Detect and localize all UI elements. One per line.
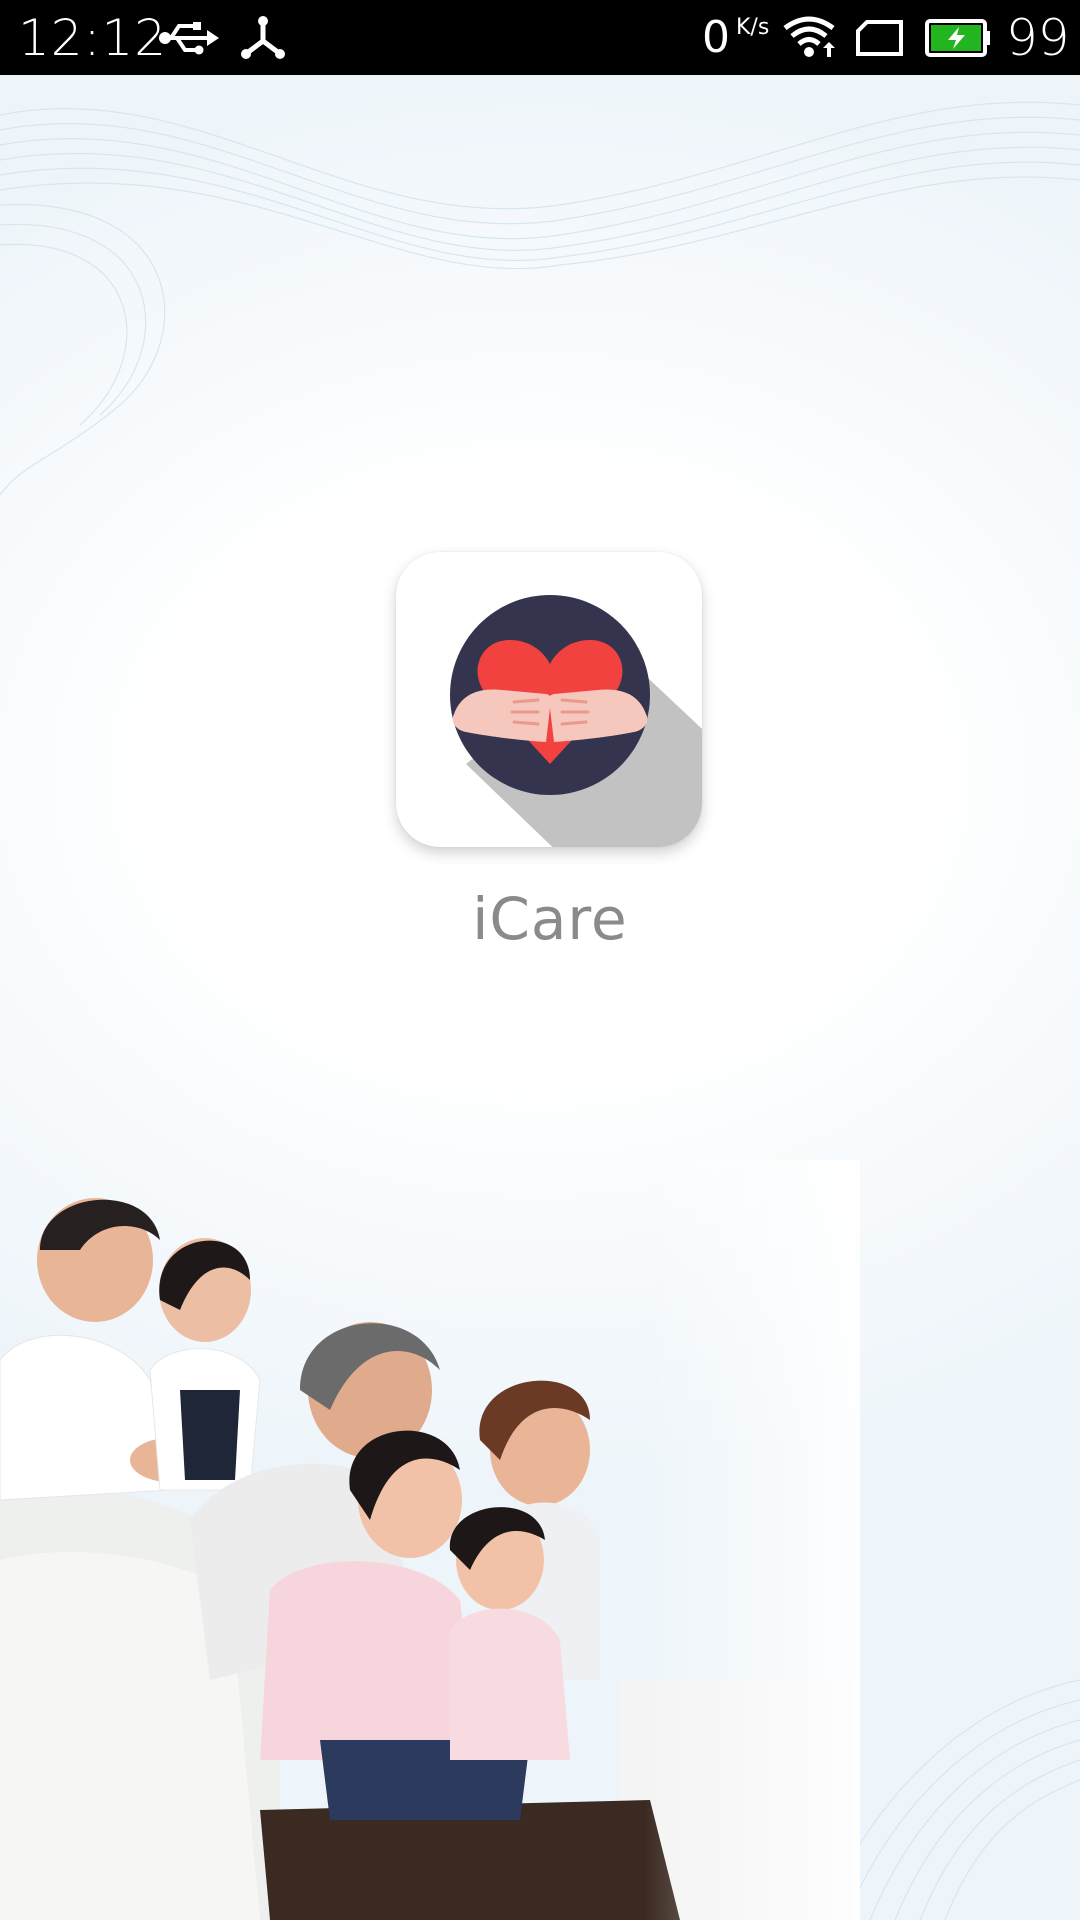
app-name: iCare xyxy=(472,885,628,953)
battery-level: 99 xyxy=(1006,9,1070,67)
status-bar: 12:12 0 K/s 99 xyxy=(0,0,1080,75)
sim-icon xyxy=(854,0,906,75)
network-speed: 0 xyxy=(702,12,730,63)
battery-charging-icon xyxy=(924,0,992,75)
network-speed-unit: K/s xyxy=(736,15,770,40)
status-time: 12:12 xyxy=(18,9,168,67)
heart-in-hands-icon xyxy=(450,595,702,847)
splash-screen: iCare xyxy=(0,75,1080,1920)
app-icon xyxy=(396,552,702,847)
family-photo xyxy=(0,1160,860,1920)
decorative-wave-lines xyxy=(0,101,1080,495)
wifi-icon xyxy=(782,0,836,75)
debug-icon xyxy=(238,0,288,75)
usb-icon xyxy=(156,0,220,75)
